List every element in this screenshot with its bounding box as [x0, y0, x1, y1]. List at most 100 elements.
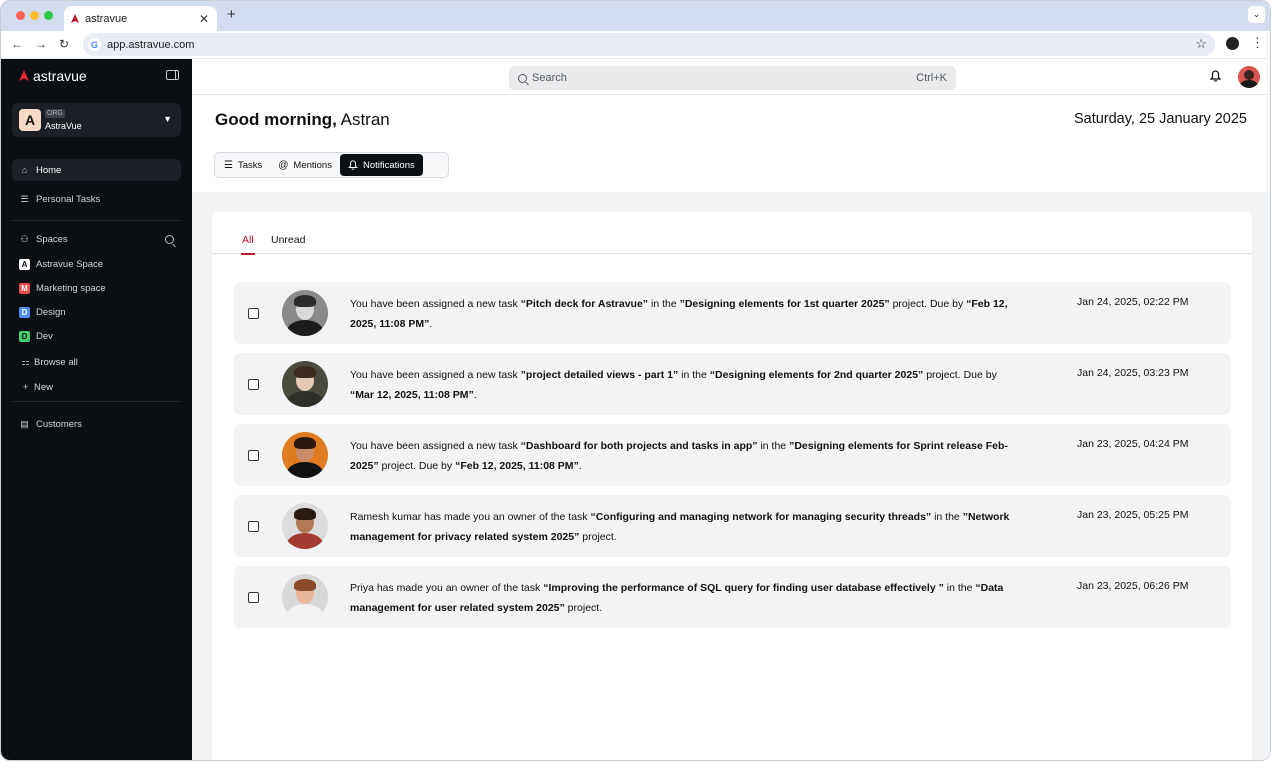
notification-time: Jan 24, 2025, 03:23 PM [1077, 367, 1189, 379]
search-shortcut: Ctrl+K [916, 72, 947, 84]
avatar [282, 361, 328, 407]
notification-bell-icon[interactable] [1210, 70, 1221, 82]
tab-label: Mentions [293, 159, 332, 171]
address-bar-url: app.astravue.com [107, 38, 195, 51]
sidebar-item-label: Marketing space [36, 282, 106, 294]
greeting: Good morning, Astran [215, 110, 390, 130]
customers-icon: ▤ [20, 418, 29, 429]
search-input[interactable]: Search Ctrl+K [509, 66, 956, 90]
sidebar-item-label: New [34, 381, 54, 393]
avatar [282, 290, 328, 336]
brand[interactable]: astravue [18, 68, 87, 84]
sidebar-item-design[interactable]: D Design [12, 301, 181, 323]
sidebar-item-browse-all[interactable]: ⚏ Browse all [12, 351, 181, 373]
bell-icon [348, 160, 358, 170]
notification-checkbox[interactable] [248, 450, 259, 461]
org-tag: ORG [45, 109, 65, 118]
astravue-logo-icon [19, 70, 29, 81]
notification-message: Priya has made you an owner of the task … [350, 582, 1004, 614]
tab-label: Tasks [237, 159, 263, 171]
avatar [282, 503, 328, 549]
sidebar-item-home[interactable]: ⌂ Home [12, 159, 181, 181]
address-bar[interactable]: G app.astravue.com ☆ [83, 33, 1215, 56]
notification-row[interactable]: Priya has made you an owner of the task … [234, 566, 1231, 628]
caret-down-icon: ▼ [163, 114, 172, 124]
browser-profile-icon[interactable] [1226, 37, 1239, 50]
bookmark-star-icon[interactable]: ☆ [1195, 36, 1207, 52]
notification-row[interactable]: You have been assigned a new task “Dashb… [234, 424, 1231, 486]
sidebar-item-dev[interactable]: D Dev [12, 325, 181, 347]
user-avatar[interactable] [1238, 66, 1260, 88]
new-tab-icon[interactable]: + [227, 6, 236, 24]
sidebar-item-personal-tasks[interactable]: ☰ Personal Tasks [12, 188, 181, 210]
org-avatar: A [19, 109, 41, 131]
sidebar-divider [12, 220, 181, 221]
tab-notifications[interactable]: Notifications [339, 154, 423, 176]
tab-label: Notifications [362, 159, 415, 171]
close-tab-icon[interactable]: ✕ [199, 12, 209, 26]
space-badge: D [19, 330, 30, 342]
sidebar-item-customers[interactable]: ▤ Customers [12, 413, 181, 435]
org-switcher[interactable]: A ORG AstraVue ▼ [12, 103, 181, 137]
browser-menu-icon[interactable]: ⋮ [1251, 35, 1264, 51]
notification-row[interactable]: You have been assigned a new task “Pitch… [234, 282, 1231, 344]
sidebar-spaces-header[interactable]: ⚇ Spaces [12, 228, 181, 250]
notification-message: You have been assigned a new task “Pitch… [350, 298, 1008, 330]
view-tabs: ☰ Tasks @ Mentions Notifications [214, 152, 449, 178]
close-window-button[interactable] [16, 11, 25, 20]
spaces-icon: ⚇ [20, 233, 29, 244]
browser-window: astravue ✕ + ⌄ ← → ↻ G app.astravue.com … [0, 0, 1271, 761]
sidebar-item-new[interactable]: + New [12, 376, 181, 398]
forward-arrow-icon[interactable]: → [35, 37, 47, 51]
sidebar: astravue A ORG AstraVue ▼ ⌂ Home ☰ Perso… [1, 59, 192, 760]
org-name: AstraVue [45, 121, 82, 131]
notification-row[interactable]: You have been assigned a new task ”proje… [234, 353, 1231, 415]
tab-search-chevron-icon[interactable]: ⌄ [1248, 6, 1265, 23]
home-icon: ⌂ [21, 165, 28, 175]
sidebar-item-astravue-space[interactable]: A Astravue Space [12, 253, 181, 275]
notification-row[interactable]: Ramesh kumar has made you an owner of th… [234, 495, 1231, 557]
notification-checkbox[interactable] [248, 521, 259, 532]
sidebar-item-label: Dev [36, 330, 53, 342]
sidebar-item-marketing-space[interactable]: M Marketing space [12, 277, 181, 299]
browser-tab[interactable]: astravue ✕ [64, 6, 217, 31]
sidebar-item-label: Browse all [34, 356, 78, 368]
notification-checkbox[interactable] [248, 592, 259, 603]
minimize-window-button[interactable] [30, 11, 39, 20]
plus-icon: + [22, 382, 29, 392]
current-date: Saturday, 25 January 2025 [1073, 111, 1247, 127]
filter-tab-all[interactable]: All [241, 234, 255, 255]
notification-checkbox[interactable] [248, 308, 259, 319]
notification-message: You have been assigned a new task “Dashb… [350, 440, 1008, 472]
google-icon: G [88, 38, 101, 51]
notification-message: You have been assigned a new task ”proje… [350, 369, 997, 401]
back-arrow-icon[interactable]: ← [11, 37, 23, 51]
notification-filter-tabs: All Unread [212, 234, 1252, 255]
maximize-window-button[interactable] [44, 11, 53, 20]
spaces-search-icon[interactable] [165, 235, 174, 244]
notification-time: Jan 23, 2025, 05:25 PM [1077, 509, 1189, 521]
reload-icon[interactable]: ↻ [59, 37, 69, 51]
notification-checkbox[interactable] [248, 379, 259, 390]
astravue-favicon-icon [71, 13, 79, 23]
app-topbar: Search Ctrl+K [192, 59, 1270, 95]
search-placeholder: Search [532, 72, 567, 84]
sidebar-divider [12, 401, 181, 402]
sidebar-item-label: Personal Tasks [36, 193, 101, 205]
notification-time: Jan 24, 2025, 02:22 PM [1077, 296, 1189, 308]
greeting-user-name: Astran [340, 110, 390, 129]
browse-icon: ⚏ [21, 356, 30, 367]
filter-tab-unread[interactable]: Unread [271, 234, 305, 254]
browser-tab-strip: astravue ✕ + ⌄ [1, 1, 1270, 31]
tab-mentions[interactable]: @ Mentions [270, 154, 340, 176]
list-icon: ☰ [224, 159, 233, 171]
brand-name: astravue [33, 68, 87, 84]
tab-tasks[interactable]: ☰ Tasks [216, 154, 270, 176]
sidebar-item-label: Customers [36, 418, 82, 430]
sidebar-collapse-icon[interactable] [166, 70, 179, 80]
browser-toolbar: ← → ↻ G app.astravue.com ☆ ⋮ [1, 31, 1270, 59]
sidebar-item-label: Astravue Space [36, 258, 104, 270]
avatar [282, 574, 328, 620]
browser-tab-title: astravue [85, 12, 128, 25]
notifications-panel: All Unread You have been assigned a new … [212, 212, 1252, 760]
